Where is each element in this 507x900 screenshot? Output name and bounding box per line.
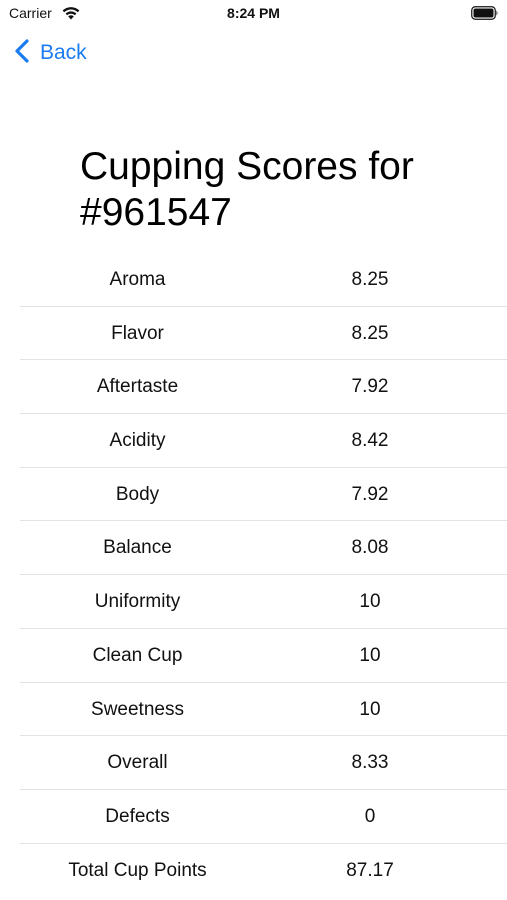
score-value: 7.92 bbox=[351, 483, 389, 505]
battery-icon bbox=[471, 6, 499, 20]
score-row-flavor: Flavor 8.25 bbox=[20, 307, 507, 361]
score-row-sweetness: Sweetness 10 bbox=[20, 683, 507, 737]
score-row-defects: Defects 0 bbox=[20, 790, 507, 844]
score-label: Acidity bbox=[109, 430, 166, 452]
status-time: 8:24 PM bbox=[227, 5, 280, 21]
score-row-aroma: Aroma 8.25 bbox=[20, 253, 507, 307]
score-row-uniformity: Uniformity 10 bbox=[20, 575, 507, 629]
score-value: 8.25 bbox=[351, 322, 389, 344]
score-label: Aftertaste bbox=[96, 376, 179, 398]
score-label: Body bbox=[115, 483, 160, 505]
score-label: Uniformity bbox=[94, 591, 181, 613]
score-value: 8.33 bbox=[351, 752, 389, 774]
score-row-balance: Balance 8.08 bbox=[20, 521, 507, 576]
score-label: Aroma bbox=[109, 269, 166, 290]
score-value: 10 bbox=[359, 698, 381, 720]
score-row-overall: Overall 8.33 bbox=[20, 736, 507, 790]
score-row-clean-cup: Clean Cup 10 bbox=[20, 629, 507, 683]
score-value: 87.17 bbox=[346, 859, 394, 881]
score-label: Sweetness bbox=[91, 698, 184, 720]
score-row-body: Body 7.92 bbox=[20, 468, 507, 522]
score-row-aftertaste: Aftertaste 7.92 bbox=[20, 360, 507, 415]
score-label: Flavor bbox=[111, 322, 164, 344]
score-value: 7.92 bbox=[351, 376, 389, 398]
score-value: 10 bbox=[359, 591, 381, 613]
score-table: Aroma 8.25 Flavor 8.25 Aftertaste 7.92 A… bbox=[20, 253, 507, 897]
score-label: Overall bbox=[107, 752, 168, 774]
navigation-bar: Back bbox=[0, 36, 507, 72]
chevron-left-icon bbox=[14, 38, 40, 69]
score-value: 10 bbox=[359, 644, 381, 666]
back-label: Back bbox=[40, 41, 87, 64]
score-value: 8.08 bbox=[351, 537, 389, 559]
score-label: Balance bbox=[103, 537, 172, 559]
page-title: Cupping Scores for #961547 bbox=[80, 145, 414, 234]
score-label: Clean Cup bbox=[92, 644, 183, 666]
score-value: 8.42 bbox=[351, 430, 389, 452]
status-bar: Carrier 8:24 PM bbox=[0, 0, 507, 28]
score-value: 8.25 bbox=[351, 269, 389, 290]
score-value: 0 bbox=[364, 805, 376, 827]
score-row-acidity: Acidity 8.42 bbox=[20, 414, 507, 468]
score-label: Total Cup Points bbox=[68, 859, 207, 881]
score-row-total-cup-points: Total Cup Points 87.17 bbox=[20, 844, 507, 898]
back-button[interactable]: Back bbox=[14, 38, 87, 68]
score-label: Defects bbox=[105, 805, 170, 827]
